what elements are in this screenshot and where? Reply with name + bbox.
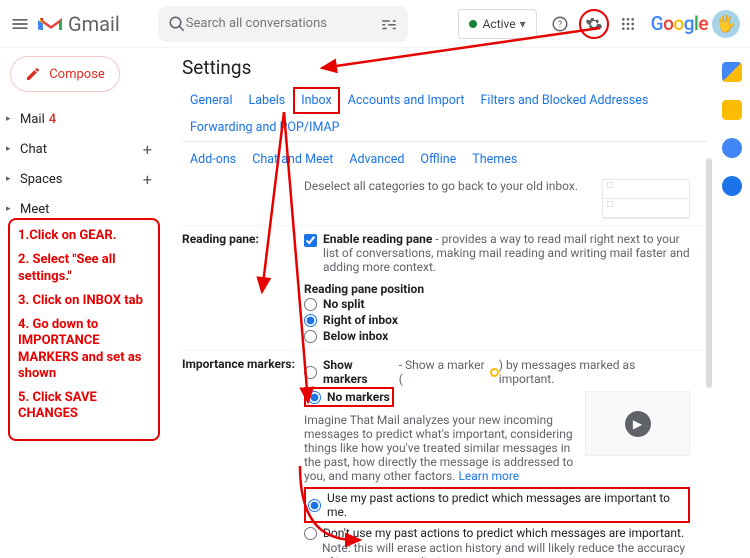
- importance-label: Importance markers:: [182, 357, 304, 558]
- nav-chat-label: Chat: [20, 142, 47, 157]
- marker-dot-icon: [490, 368, 499, 377]
- tab-forwarding[interactable]: Forwarding and POP/IMAP: [182, 114, 348, 141]
- dont-use-note: Note: this will erase action history and…: [304, 541, 690, 558]
- contacts-icon[interactable]: [722, 176, 742, 196]
- show-markers-radio[interactable]: [304, 366, 317, 379]
- search-bar[interactable]: [158, 6, 408, 42]
- show-rest: - Show a marker (: [399, 358, 490, 386]
- tab-chatmeet[interactable]: Chat and Meet: [244, 146, 341, 173]
- reading-pane-label: Reading pane:: [182, 232, 304, 344]
- avatar[interactable]: 🖐️: [712, 10, 740, 38]
- keep-icon[interactable]: [722, 100, 742, 120]
- svg-text:?: ?: [558, 20, 562, 30]
- status-text: Active: [483, 17, 516, 31]
- rp-nosplit-radio[interactable]: [304, 298, 317, 311]
- tab-general[interactable]: General: [182, 87, 241, 114]
- rp-opt-2: Below inbox: [323, 329, 388, 343]
- compose-button[interactable]: Compose: [10, 56, 120, 92]
- tune-icon[interactable]: [380, 15, 398, 33]
- rp-opt-1: Right of inbox: [323, 313, 398, 327]
- hamburger-icon[interactable]: [10, 14, 30, 34]
- help-icon[interactable]: ?: [545, 9, 575, 39]
- nav-meet-label: Meet: [20, 202, 49, 217]
- gmail-logo: Gmail: [38, 12, 120, 36]
- settings-title: Settings: [182, 56, 708, 79]
- use-past-radio[interactable]: [308, 499, 321, 512]
- nav-spaces[interactable]: ▸Spaces+: [0, 164, 166, 194]
- learn-more-link[interactable]: Learn more: [458, 469, 519, 483]
- tab-filters[interactable]: Filters and Blocked Addresses: [473, 87, 657, 114]
- tab-themes[interactable]: Themes: [464, 146, 525, 173]
- app-header: Gmail Active ▾ ? Google 🖐️: [0, 0, 750, 48]
- nav-mail-label: Mail: [20, 112, 45, 127]
- section-reading-pane: Reading pane: Enable reading pane - prov…: [182, 225, 708, 350]
- pencil-icon: [25, 66, 41, 82]
- nav-chat[interactable]: ▸Chat+: [0, 134, 166, 164]
- compose-label: Compose: [49, 67, 105, 82]
- dont-use-label: Don't use my past actions to predict whi…: [323, 526, 684, 540]
- rp-right-radio[interactable]: [304, 314, 317, 327]
- search-icon: [168, 15, 186, 33]
- tab-addons[interactable]: Add-ons: [182, 146, 244, 173]
- settings-content: Settings General Labels Inbox Accounts a…: [166, 48, 714, 558]
- side-panel: [714, 48, 750, 558]
- show-rest2: ) by messages marked as important.: [499, 358, 690, 386]
- calendar-icon[interactable]: [722, 62, 742, 82]
- nav-mail-count: 4: [49, 112, 56, 127]
- importance-illustration[interactable]: ▶: [585, 391, 690, 456]
- rp-below-radio[interactable]: [304, 330, 317, 343]
- gmail-text: Gmail: [68, 12, 120, 36]
- section-categories-tail: □□ Deselect all categories to go back to…: [182, 173, 708, 225]
- tab-accounts[interactable]: Accounts and Import: [340, 87, 473, 114]
- apps-grid-icon[interactable]: [613, 9, 643, 39]
- no-markers-label: No markers: [327, 390, 390, 404]
- dont-use-past-radio[interactable]: [304, 527, 317, 540]
- categories-hint: Deselect all categories to go back to yo…: [304, 179, 578, 193]
- nav-spaces-label: Spaces: [20, 172, 63, 187]
- settings-tabs: General Labels Inbox Accounts and Import…: [182, 87, 708, 142]
- plus-icon[interactable]: +: [143, 170, 152, 189]
- plus-icon[interactable]: +: [143, 140, 152, 159]
- tab-advanced[interactable]: Advanced: [341, 146, 412, 173]
- no-markers-radio[interactable]: [308, 391, 321, 404]
- anno-step-1: 1.Click on GEAR.: [18, 228, 150, 244]
- tab-offline[interactable]: Offline: [412, 146, 464, 173]
- settings-tabs-row2: Add-ons Chat and Meet Advanced Offline T…: [182, 142, 708, 173]
- settings-gear-icon[interactable]: [579, 9, 609, 39]
- anno-step-4: 4. Go down to IMPORTANCE MARKERS and set…: [18, 317, 150, 382]
- rp-opt-0: No split: [323, 297, 365, 311]
- tab-inbox[interactable]: Inbox: [293, 87, 340, 114]
- importance-desc: Imagine That Mail analyzes your new inco…: [304, 413, 573, 483]
- enable-rp-bold: Enable reading pane: [323, 232, 432, 246]
- nav-mail[interactable]: ▸Mail4: [0, 104, 166, 134]
- play-icon: ▶: [625, 411, 651, 437]
- annotation-panel: 1.Click on GEAR. 2. Select "See all sett…: [8, 218, 160, 441]
- anno-step-5: 5. Click SAVE CHANGES: [18, 390, 150, 423]
- anno-step-3: 3. Click on INBOX tab: [18, 293, 150, 309]
- section-importance: Importance markers: Show markers - Show …: [182, 350, 708, 558]
- enable-reading-pane-checkbox[interactable]: [304, 234, 317, 247]
- anno-step-2: 2. Select "See all settings.": [18, 252, 150, 285]
- category-preview-box: □□: [602, 179, 690, 219]
- google-logo: Google: [651, 12, 708, 35]
- rp-position-label: Reading pane position: [304, 282, 690, 296]
- tasks-icon[interactable]: [722, 138, 742, 158]
- search-input[interactable]: [186, 16, 380, 31]
- tab-labels[interactable]: Labels: [241, 87, 294, 114]
- status-pill[interactable]: Active ▾: [458, 9, 537, 39]
- show-markers-bold: Show markers: [323, 358, 399, 386]
- status-dot-icon: [469, 20, 477, 28]
- use-past-label: Use my past actions to predict which mes…: [327, 491, 686, 519]
